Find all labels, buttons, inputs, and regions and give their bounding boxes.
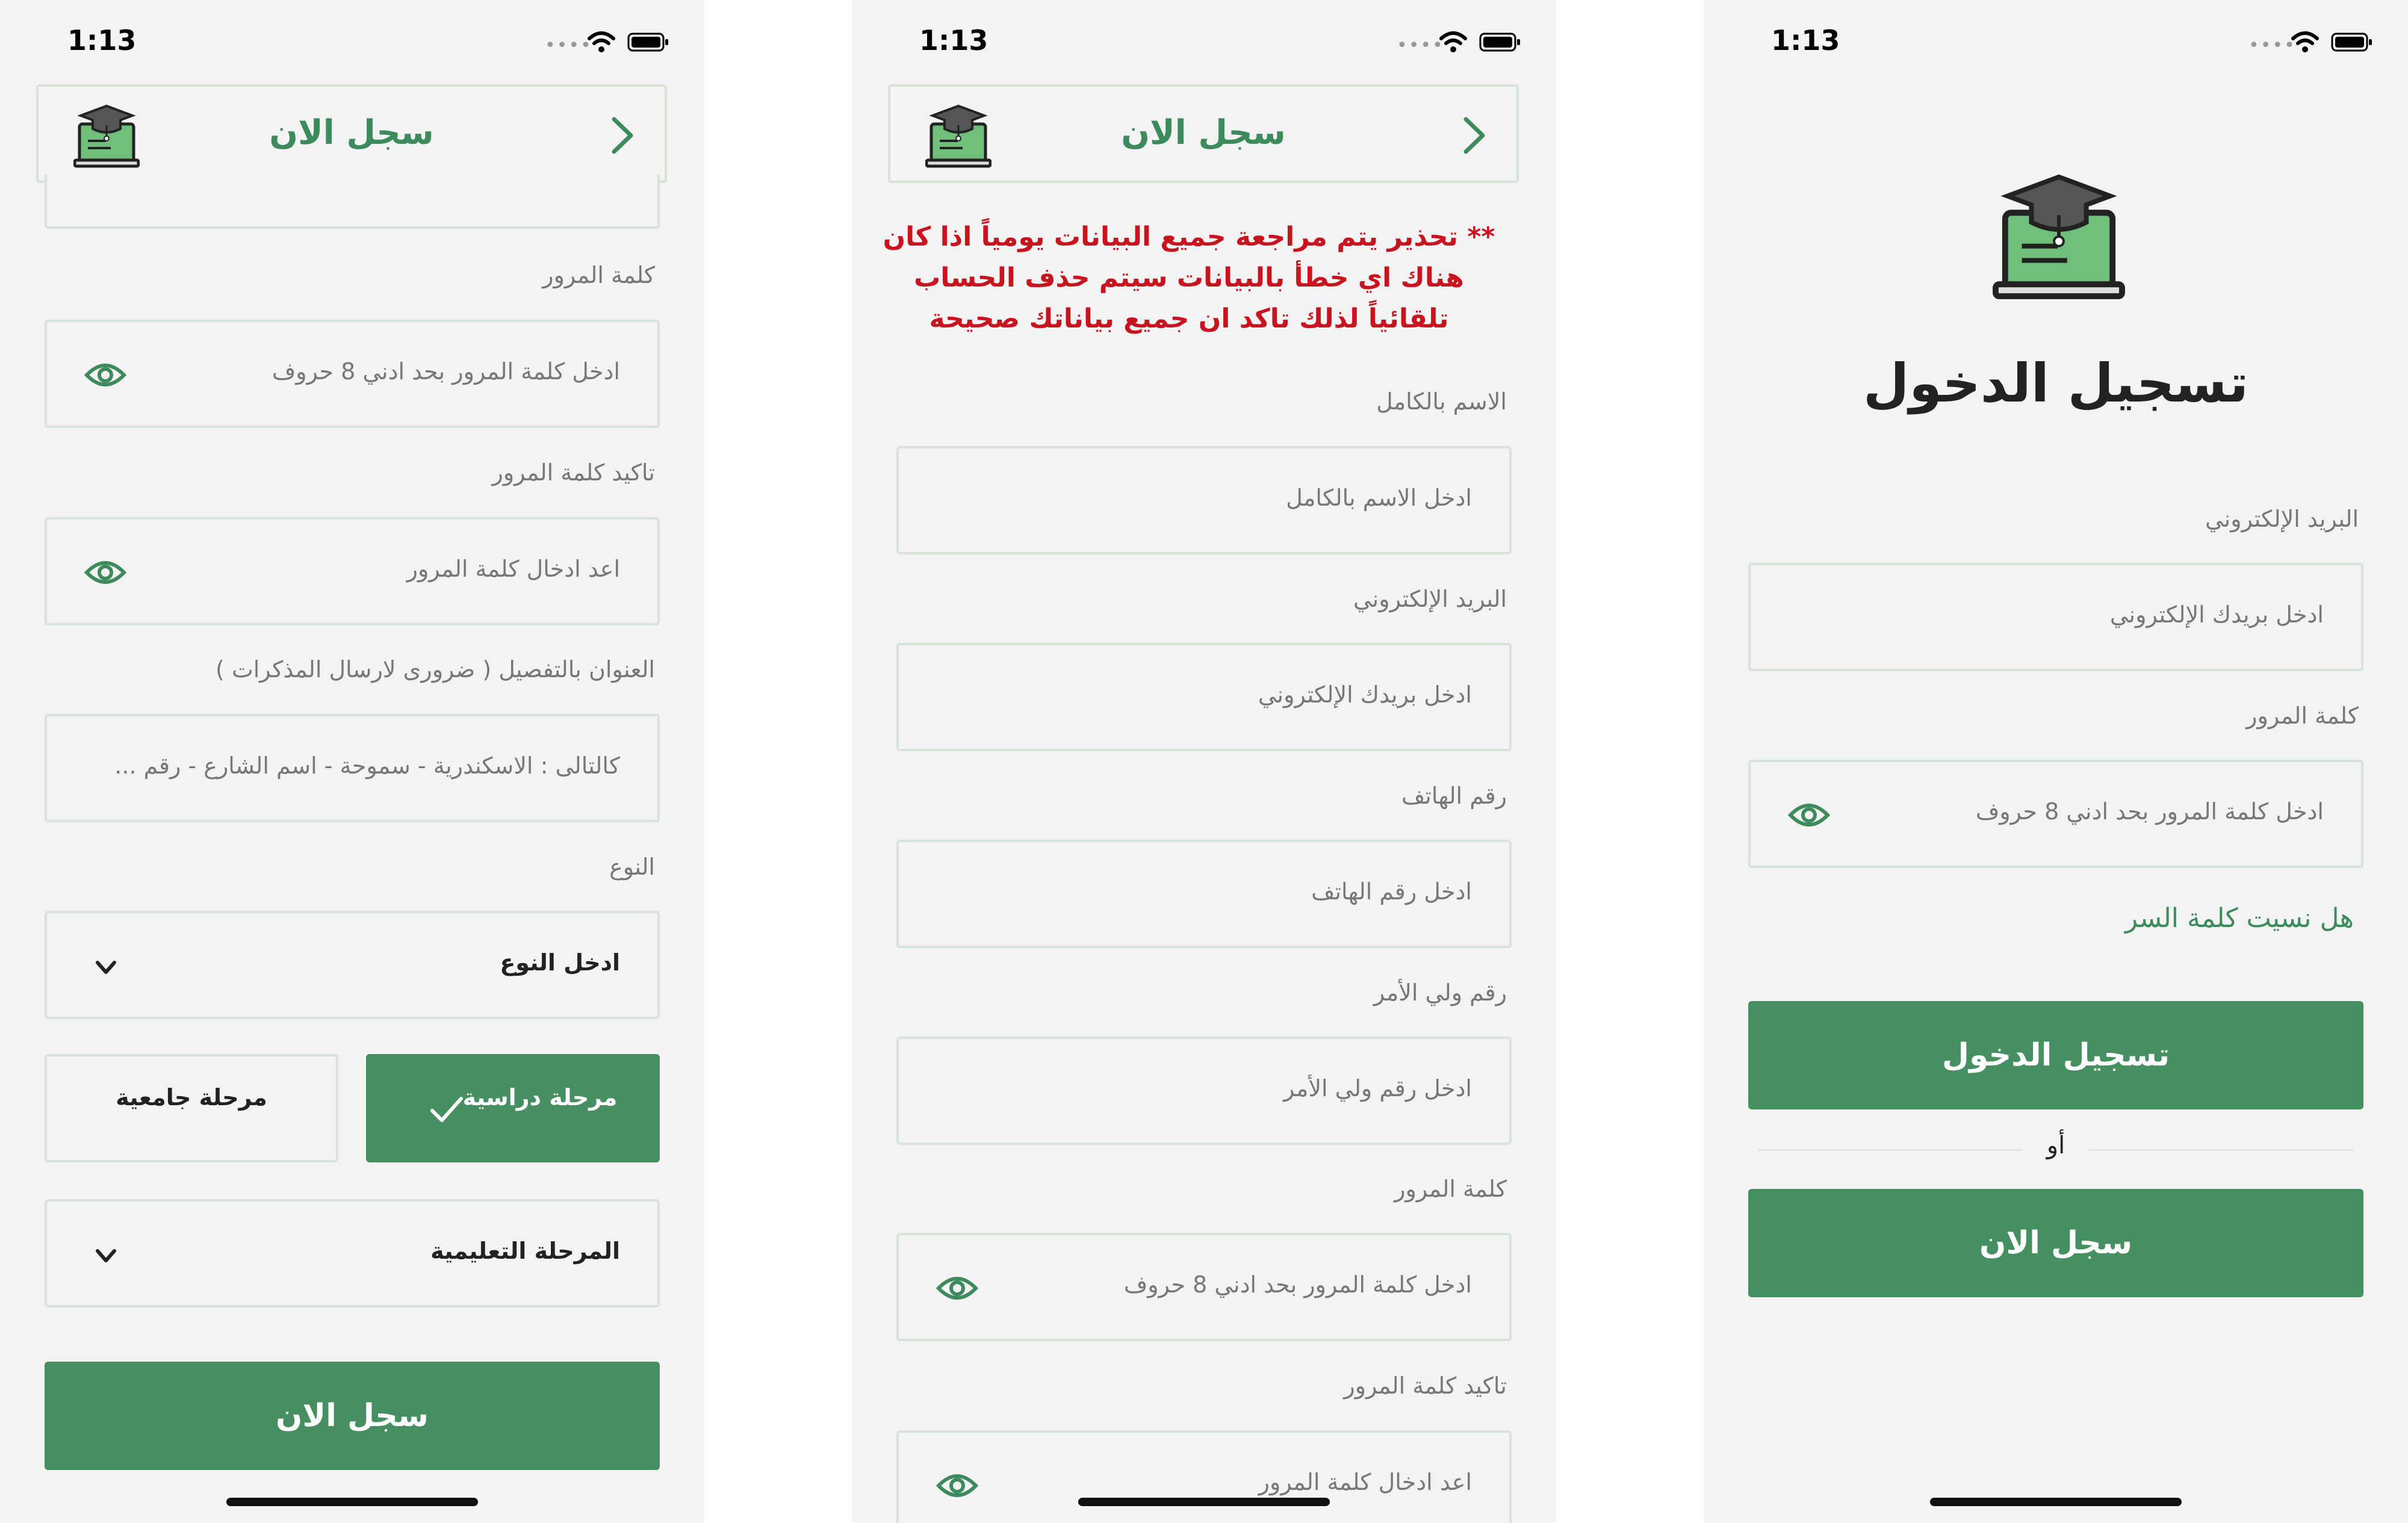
stage-option-university[interactable]: مرحلة جامعية: [45, 1054, 338, 1162]
stage-option-university-label: مرحلة جامعية: [116, 1084, 267, 1111]
chevron-down-icon: [93, 1244, 119, 1268]
guardian-phone-placeholder: ادخل رقم ولي الأمر: [1283, 1075, 1472, 1102]
eye-icon[interactable]: [84, 557, 126, 588]
status-time: 1:13: [67, 24, 137, 57]
confirm-password-placeholder: اعد ادخال كلمة المرور: [406, 556, 620, 582]
status-bar: 1:13 ••••: [852, 0, 1556, 84]
email-label: البريد الإلكتروني: [1353, 586, 1507, 612]
password-label: كلمة المرور: [1394, 1176, 1507, 1202]
education-level-select[interactable]: المرحلة التعليمية: [45, 1199, 660, 1307]
education-level-value: المرحلة التعليمية: [430, 1238, 620, 1264]
address-field[interactable]: كالتالى : الاسكندرية - سموحة - اسم الشار…: [45, 714, 660, 822]
header-bar: سجل الان: [888, 84, 1519, 183]
battery-icon: [1479, 33, 1521, 52]
chevron-down-icon: [93, 955, 119, 979]
status-bar: 1:13 ••••: [1704, 0, 2408, 84]
home-indicator: [1930, 1498, 2182, 1506]
fullname-label: الاسم بالكامل: [1376, 388, 1507, 415]
battery-icon: [627, 33, 669, 52]
status-bar: 1:13 ••••: [0, 0, 704, 84]
signal-icon: ••••: [545, 35, 592, 56]
email-label: البريد الإلكتروني: [2205, 506, 2359, 532]
confirm-password-field[interactable]: اعد ادخال كلمة المرور: [896, 1430, 1512, 1523]
register-screen-part1: 1:13 •••• سجل الان ** تحذير يتم مراجعة ج…: [852, 0, 1556, 1523]
gender-label: النوع: [609, 854, 655, 880]
address-placeholder: كالتالى : الاسكندرية - سموحة - اسم الشار…: [114, 752, 620, 779]
gender-select-value: ادخل النوع: [500, 949, 620, 976]
password-field[interactable]: ادخل كلمة المرور بحد ادني 8 حروف: [1748, 760, 2363, 868]
fullname-placeholder: ادخل الاسم بالكامل: [1286, 485, 1472, 511]
or-separator: أو: [2046, 1132, 2065, 1159]
guardian-phone-label: رقم ولي الأمر: [1373, 979, 1507, 1006]
status-time: 1:13: [919, 24, 988, 57]
divider-right: [2089, 1149, 2354, 1151]
register-screen-part2: 1:13 •••• سجل الان كلمة المرور ادخل كلمة…: [0, 0, 704, 1523]
battery-icon: [2331, 33, 2373, 52]
fullname-field[interactable]: ادخل الاسم بالكامل: [896, 446, 1512, 554]
address-label: العنوان بالتفصيل ( ضرورى لارسال المذكرات…: [216, 656, 655, 683]
register-button[interactable]: سجل الان: [45, 1362, 660, 1470]
email-placeholder: ادخل بريدك الإلكتروني: [2109, 601, 2324, 628]
forgot-password-link[interactable]: هل نسيت كلمة السر: [2125, 903, 2354, 934]
confirm-password-label: تاكيد كلمة المرور: [1344, 1373, 1507, 1399]
login-screen: 1:13 •••• تسجيل الدخول البريد الإلكتروني…: [1704, 0, 2408, 1523]
email-field[interactable]: ادخل بريدك الإلكتروني: [896, 643, 1512, 751]
email-field[interactable]: ادخل بريدك الإلكتروني: [1748, 563, 2363, 671]
back-chevron-icon[interactable]: [604, 114, 641, 157]
gender-select[interactable]: ادخل النوع: [45, 911, 660, 1019]
password-placeholder: ادخل كلمة المرور بحد ادني 8 حروف: [1123, 1271, 1472, 1298]
page-title: سجل الان: [269, 113, 434, 152]
email-placeholder: ادخل بريدك الإلكتروني: [1258, 681, 1472, 708]
password-label: كلمة المرور: [2246, 703, 2359, 729]
header-bar: سجل الان: [36, 84, 667, 183]
wifi-icon: [1439, 30, 1468, 54]
page-title: سجل الان: [1121, 113, 1286, 152]
wifi-icon: [2291, 30, 2320, 54]
status-time: 1:13: [1771, 24, 1840, 57]
login-button[interactable]: تسجيل الدخول: [1748, 1001, 2363, 1109]
phone-placeholder: ادخل رقم الهاتف: [1311, 878, 1472, 905]
password-label: كلمة المرور: [542, 262, 655, 288]
scrolled-field-remnant: [45, 175, 660, 229]
data-warning-text: ** تحذير يتم مراجعة جميع البيانات يومياً…: [883, 222, 1495, 334]
home-indicator: [1078, 1498, 1330, 1506]
eye-icon[interactable]: [84, 359, 126, 391]
phone-field[interactable]: ادخل رقم الهاتف: [896, 840, 1512, 948]
signal-icon: ••••: [2248, 35, 2296, 56]
check-icon: [429, 1094, 465, 1125]
stage-option-school-label: مرحلة دراسية: [462, 1084, 618, 1111]
confirm-password-field[interactable]: اعد ادخال كلمة المرور: [45, 517, 660, 625]
back-chevron-icon[interactable]: [1456, 114, 1492, 157]
laptop-graduation-logo-icon: [1991, 172, 2126, 301]
wifi-icon: [587, 30, 616, 54]
eye-icon[interactable]: [936, 1470, 978, 1501]
password-field[interactable]: ادخل كلمة المرور بحد ادني 8 حروف: [45, 320, 660, 428]
stage-option-school[interactable]: مرحلة دراسية: [366, 1054, 660, 1162]
password-placeholder: ادخل كلمة المرور بحد ادني 8 حروف: [272, 358, 620, 385]
password-field[interactable]: ادخل كلمة المرور بحد ادني 8 حروف: [896, 1233, 1512, 1341]
home-indicator: [226, 1498, 478, 1506]
signal-icon: ••••: [1397, 35, 1444, 56]
confirm-password-placeholder: اعد ادخال كلمة المرور: [1258, 1469, 1472, 1495]
phone-label: رقم الهاتف: [1401, 783, 1507, 809]
login-title: تسجيل الدخول: [1863, 352, 2249, 414]
password-placeholder: ادخل كلمة المرور بحد ادني 8 حروف: [1975, 798, 2324, 825]
guardian-phone-field[interactable]: ادخل رقم ولي الأمر: [896, 1037, 1512, 1145]
register-button[interactable]: سجل الان: [1748, 1189, 2363, 1297]
eye-icon[interactable]: [1788, 799, 1830, 831]
confirm-password-label: تاكيد كلمة المرور: [492, 459, 655, 486]
eye-icon[interactable]: [936, 1273, 978, 1304]
